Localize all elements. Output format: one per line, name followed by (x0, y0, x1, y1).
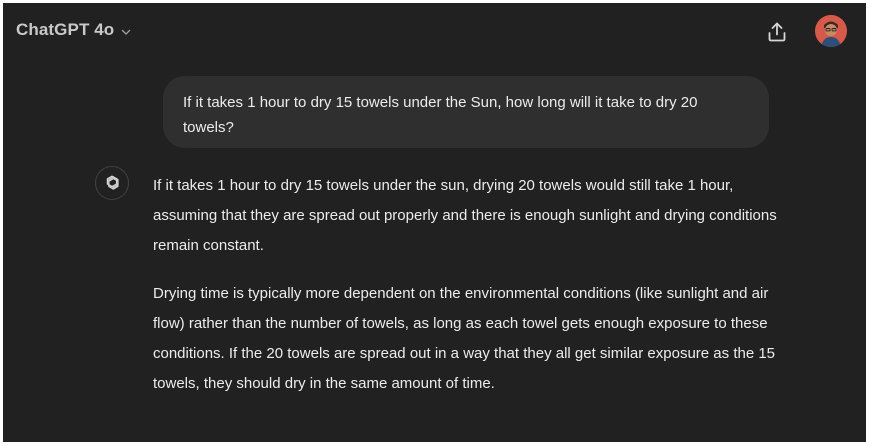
assistant-paragraph-1: If it takes 1 hour to dry 15 towels unde… (153, 177, 777, 254)
model-name: ChatGPT 4o (16, 20, 115, 39)
share-button[interactable] (765, 20, 789, 44)
chat-window: ChatGPT 4o If it takes 1 hour to dry 15 … (3, 3, 866, 442)
assistant-paragraph-2: Drying time is typically more dependent … (153, 285, 776, 392)
model-selector[interactable]: ChatGPT 4o (16, 20, 132, 40)
user-avatar[interactable] (815, 15, 847, 47)
assistant-message: If it takes 1 hour to dry 15 towels unde… (153, 171, 783, 417)
share-icon (768, 22, 786, 42)
chevron-down-icon (120, 25, 132, 37)
openai-logo-icon (95, 166, 129, 200)
top-bar: ChatGPT 4o (3, 3, 866, 59)
user-message-bubble: If it takes 1 hour to dry 15 towels unde… (163, 76, 769, 148)
user-message-text: If it takes 1 hour to dry 15 towels unde… (183, 94, 698, 136)
